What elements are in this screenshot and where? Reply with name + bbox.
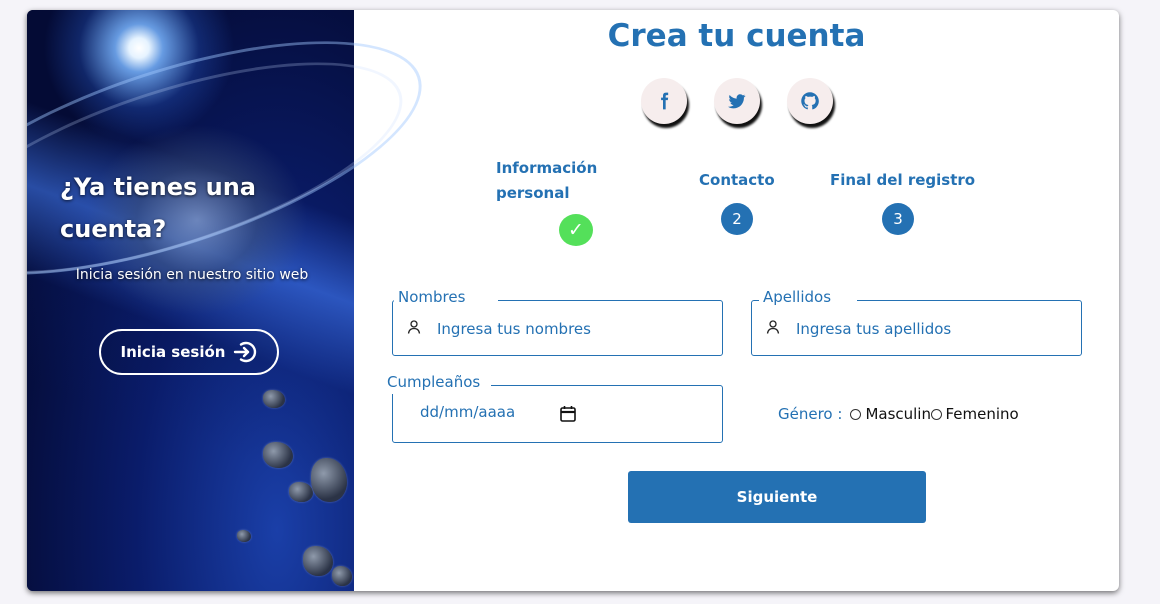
left-panel-subtitle: Inicia sesión en nuestro sitio web [75, 267, 309, 283]
register-card: ¿Ya tienes una cuenta? Inicia sesión en … [27, 10, 1119, 591]
next-button[interactable]: Siguiente [628, 471, 926, 523]
github-button[interactable] [787, 78, 833, 124]
next-button-label: Siguiente [736, 488, 818, 506]
user-icon [407, 320, 421, 334]
facebook-button[interactable] [641, 78, 687, 124]
twitter-icon [728, 94, 746, 109]
nombres-legend: Nombres [394, 285, 498, 309]
login-button[interactable]: Inicia sesión [99, 329, 279, 375]
left-panel-space-image: ¿Ya tienes una cuenta? Inicia sesión en … [27, 10, 448, 591]
register-form-panel: Crea tu cuenta Información personal ✓ Co… [354, 10, 1119, 591]
step-done-check-icon: ✓ [559, 214, 593, 246]
gender-group: Género : Masculino Femenino [778, 404, 1019, 424]
gender-label: Género : [778, 405, 843, 423]
asteroid-decoration [289, 482, 313, 502]
asteroid-decoration [303, 546, 333, 576]
radio-femenino[interactable] [931, 408, 943, 420]
step-label-contacto: Contacto [699, 171, 775, 189]
asteroid-decoration [263, 390, 285, 408]
step-label-informacion-personal: Información personal [496, 159, 598, 202]
left-panel-title: ¿Ya tienes una cuenta? [60, 173, 256, 243]
sign-in-arrow-icon [234, 341, 257, 363]
calendar-icon[interactable] [559, 405, 577, 423]
gender-option-femenino[interactable]: Femenino [931, 405, 1019, 423]
apellidos-legend: Apellidos [759, 285, 857, 309]
github-icon [801, 92, 819, 110]
nombres-fieldset: Nombres [392, 285, 723, 356]
asteroid-decoration [311, 458, 347, 502]
cumpleanos-fieldset[interactable]: Cumpleaños dd/mm/aaaa [383, 370, 723, 443]
apellidos-fieldset: Apellidos [751, 285, 1082, 356]
step-badge-3: 3 [882, 203, 914, 235]
asteroid-decoration [332, 566, 352, 586]
gender-option-masculino[interactable]: Masculino [850, 405, 931, 423]
asteroid-decoration [237, 530, 251, 542]
step-badge-2: 2 [721, 203, 753, 235]
page-title: Crea tu cuenta [607, 18, 866, 54]
nombres-input[interactable] [435, 317, 599, 341]
step-label-final-registro: Final del registro [830, 171, 976, 189]
gender-option-masculino-label: Masculino [865, 405, 931, 423]
date-input-placeholder[interactable]: dd/mm/aaaa [420, 403, 515, 421]
login-button-label: Inicia sesión [120, 343, 226, 361]
cumpleanos-legend: Cumpleaños [383, 370, 491, 394]
facebook-icon [661, 92, 669, 110]
apellidos-input[interactable] [794, 317, 1038, 341]
asteroid-decoration [263, 442, 293, 468]
user-icon [766, 320, 780, 334]
radio-masculino[interactable] [850, 408, 862, 420]
twitter-button[interactable] [714, 78, 760, 124]
gender-option-femenino-label: Femenino [945, 405, 1019, 423]
